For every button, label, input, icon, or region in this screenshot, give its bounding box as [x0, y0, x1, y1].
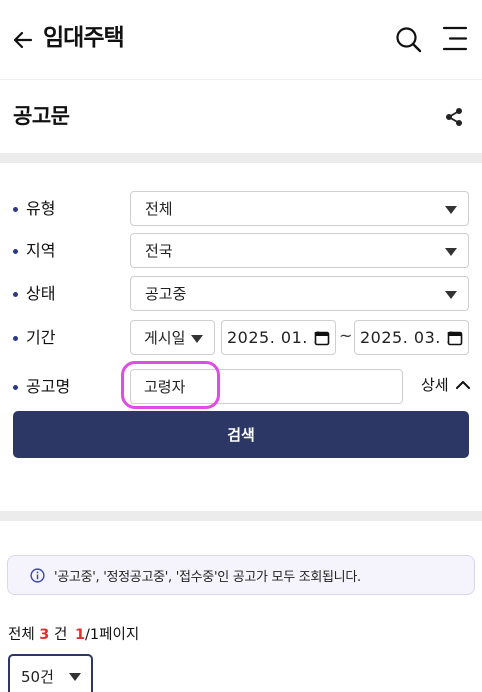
- region-select[interactable]: 전국: [130, 233, 469, 268]
- type-select[interactable]: 전체: [130, 191, 469, 226]
- menu-button[interactable]: [440, 24, 470, 54]
- chevron-up-icon: [455, 380, 470, 389]
- start-date-input[interactable]: 2025. 01. 2: [221, 320, 336, 355]
- bullet-dot: [13, 206, 18, 212]
- filter-label-notice-name: 공고명: [13, 376, 70, 398]
- section-divider: [0, 511, 482, 521]
- section-title: 공고문: [13, 104, 70, 128]
- dropdown-caret-icon: [445, 291, 457, 299]
- input-highlight-marker: [121, 361, 220, 409]
- status-select[interactable]: 공고중: [130, 276, 469, 311]
- filter-label-type: 유형: [13, 198, 55, 220]
- share-icon: [446, 108, 462, 126]
- dropdown-caret-icon: [445, 206, 457, 214]
- date-range-separator: ~: [339, 326, 353, 345]
- search-icon: [396, 27, 422, 53]
- calendar-icon[interactable]: [314, 330, 330, 346]
- section-divider: [0, 153, 482, 163]
- filter-label-period: 기간: [13, 327, 55, 349]
- search-button[interactable]: [394, 25, 424, 55]
- end-date-input[interactable]: 2025. 03. 2: [354, 320, 469, 355]
- bullet-dot: [13, 248, 18, 254]
- info-icon: [30, 567, 45, 583]
- app-header: 임대주택: [0, 0, 482, 80]
- period-basis-select[interactable]: 게시일: [130, 320, 215, 355]
- info-notice: '공고중', '정정공고중', '접수중'인 공고가 모두 조회됩니다.: [7, 555, 475, 595]
- hamburger-menu-icon: [442, 26, 468, 51]
- dropdown-caret-icon: [69, 673, 81, 681]
- dropdown-caret-icon: [445, 248, 457, 256]
- info-notice-text: '공고중', '정정공고중', '접수중'인 공고가 모두 조회됩니다.: [54, 569, 361, 585]
- result-summary: 전체 3 건 1/1페이지: [8, 627, 140, 643]
- back-button[interactable]: [10, 27, 36, 53]
- bullet-dot: [13, 291, 18, 297]
- bullet-dot: [13, 384, 18, 390]
- share-button[interactable]: [440, 103, 468, 131]
- page-size-select[interactable]: 50건: [8, 654, 93, 692]
- search-submit-button[interactable]: 검색: [13, 411, 469, 458]
- filter-label-status: 상태: [13, 283, 55, 305]
- dropdown-caret-icon: [191, 335, 203, 343]
- bullet-dot: [13, 335, 18, 341]
- current-page: 1: [74, 627, 86, 643]
- result-count: 3: [39, 627, 50, 643]
- page-title: 임대주택: [43, 25, 125, 51]
- filter-label-region: 지역: [13, 240, 55, 262]
- calendar-icon[interactable]: [447, 330, 463, 346]
- back-arrow-icon: [13, 31, 33, 49]
- detail-toggle[interactable]: 상세: [421, 374, 472, 395]
